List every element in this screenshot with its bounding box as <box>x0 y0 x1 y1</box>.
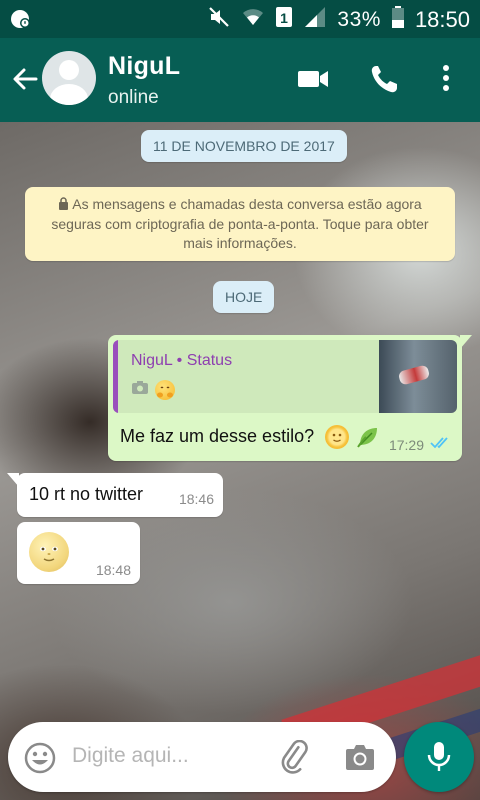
avatar[interactable] <box>42 51 96 105</box>
battery-percent: 33% <box>337 7 381 31</box>
message-time: 18:48 <box>95 562 131 578</box>
read-receipt-icon <box>430 436 452 453</box>
message-time: 17:29 <box>388 436 424 453</box>
outgoing-message[interactable]: NiguL • Status Me faz um desse estilo? 1… <box>108 335 472 461</box>
message-body: 10 rt no twitter <box>29 484 144 504</box>
message-composer[interactable]: Digite aqui... <box>8 722 396 792</box>
today-pill: HOJE <box>213 281 275 313</box>
camera-icon <box>131 380 149 400</box>
attach-icon[interactable] <box>278 739 312 779</box>
sim-icon: 1 <box>275 5 293 34</box>
mute-icon <box>207 5 231 34</box>
date-pill: 11 DE NOVEMBRO DE 2017 <box>141 130 347 162</box>
hugging-emoji-icon <box>155 380 175 400</box>
leaf-emoji-icon <box>356 425 380 449</box>
chat-area[interactable]: 11 DE NOVEMBRO DE 2017 As mensagens e ch… <box>0 122 480 800</box>
status-thumbnail <box>379 340 457 413</box>
svg-text:1: 1 <box>281 10 289 26</box>
clock: 18:50 <box>414 6 470 32</box>
contact-name[interactable]: NiguL <box>108 52 180 81</box>
moon-face-emoji-icon <box>29 532 69 572</box>
wifi-icon <box>241 5 265 34</box>
message-input[interactable]: Digite aqui... <box>72 744 189 768</box>
signal-icon <box>303 5 327 34</box>
incoming-message[interactable]: 18:48 <box>17 522 140 584</box>
quote-author: NiguL • Status <box>131 352 233 369</box>
mic-button[interactable] <box>404 722 474 792</box>
sun-face-emoji-icon <box>325 425 350 449</box>
quoted-status[interactable]: NiguL • Status <box>113 340 457 413</box>
contact-status: online <box>108 87 159 108</box>
message-time: 18:46 <box>178 491 214 507</box>
phone-icon[interactable] <box>368 62 400 101</box>
message-body: Me faz um desse estilo? <box>120 425 380 449</box>
video-call-icon[interactable] <box>296 62 330 101</box>
more-vert-icon[interactable] <box>436 62 456 101</box>
encryption-notice-text: As mensagens e chamadas desta conversa e… <box>51 196 429 251</box>
status-bar: 1 33% 18:50 <box>0 0 480 38</box>
camera-icon[interactable] <box>344 742 376 777</box>
lock-icon <box>58 196 69 215</box>
notification-icon <box>10 8 32 35</box>
battery-icon <box>391 5 405 34</box>
back-arrow-icon[interactable] <box>10 64 40 94</box>
encryption-notice[interactable]: As mensagens e chamadas desta conversa e… <box>25 187 455 261</box>
emoji-icon[interactable] <box>23 741 57 780</box>
incoming-message[interactable]: 10 rt no twitter 18:46 <box>7 473 223 517</box>
chat-header: NiguL online <box>0 38 480 122</box>
